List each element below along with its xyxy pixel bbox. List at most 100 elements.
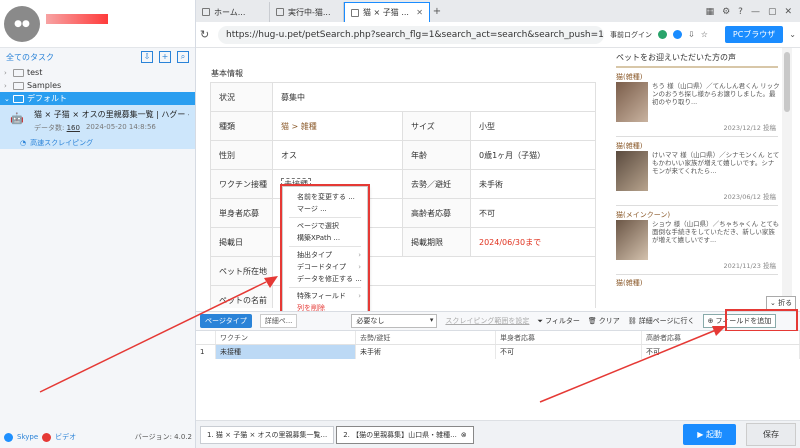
field-value[interactable]: 募集中 xyxy=(272,82,596,112)
page-type-button[interactable]: ページタイプ xyxy=(200,314,252,328)
close-window-icon[interactable]: ✕ xyxy=(784,7,792,17)
field-key[interactable]: 種類 xyxy=(210,111,273,141)
field-value[interactable]: 未手術 xyxy=(470,169,596,199)
field-value[interactable]: 2024/06/30まで xyxy=(470,227,596,257)
field-key[interactable]: 高齢者応募 xyxy=(402,198,471,228)
page-scrollbar[interactable] xyxy=(782,48,792,308)
field-key[interactable]: サイズ xyxy=(402,111,471,141)
task-header-label[interactable]: 全てのタスク xyxy=(6,52,135,63)
tab-home[interactable]: ホーム... xyxy=(196,2,270,22)
close-tab-icon[interactable]: ✕ xyxy=(416,8,423,17)
new-task-icon[interactable]: + xyxy=(159,51,171,63)
skype-link[interactable]: Skype xyxy=(17,433,38,441)
field-key[interactable]: 掲載日 xyxy=(210,227,273,257)
field-value[interactable]: 猫 > 雑種 xyxy=(272,111,403,141)
tab-current[interactable]: 猫 × 子猫 ... ✕ xyxy=(344,2,430,22)
go-detail-button[interactable]: ⛓ 詳細ページに行く xyxy=(628,316,695,326)
field-value[interactable]: 0歳1ヶ月（子猫） xyxy=(470,140,596,170)
detail-select[interactable]: 必要なし ▾ xyxy=(351,314,438,328)
tree-item-test[interactable]: › test xyxy=(0,66,195,79)
field-key[interactable]: 年齢 xyxy=(402,140,471,170)
browser-tabbar: ホーム... 実行中-猫... 猫 × 子猫 ... ✕ + ▦ ⚙ ? — ▢… xyxy=(196,0,800,22)
cell[interactable]: 不可 xyxy=(642,345,800,359)
field-key[interactable]: 去勢／避妊 xyxy=(402,169,471,199)
review-item[interactable]: 猫(雑種) ちう 様（山口県）／てんしん君くん リックンのおうち探し様からお譲り… xyxy=(616,68,780,137)
column-header[interactable]: 単身者応募 xyxy=(496,331,642,344)
minimize-icon[interactable]: — xyxy=(751,7,760,17)
redacted-username xyxy=(46,14,108,24)
filter-button[interactable]: ⏷ フィルター xyxy=(537,316,579,326)
field-value[interactable]: オス xyxy=(272,140,403,170)
data-toolbar: ページタイプ 詳細ペ... 必要なし ▾ スクレイピング範囲を設定 ⏷ フィルター … xyxy=(196,311,800,331)
new-tab-button[interactable]: + xyxy=(430,2,444,22)
field-key[interactable]: 掲載期限 xyxy=(402,227,471,257)
field-key[interactable]: 性別 xyxy=(210,140,273,170)
review-tag: 猫(メインクーン) xyxy=(616,211,671,219)
review-item[interactable]: 猫(雑種) けいママ 様（山口県）／シナモンくん とてもかわいい家族が増えて嬉し… xyxy=(616,137,779,206)
clear-button[interactable]: 🗑 クリア xyxy=(588,316,620,326)
column-header[interactable]: 高齢者応募 xyxy=(642,331,800,344)
highlight-box xyxy=(725,309,798,332)
login-label[interactable]: 事前ログイン xyxy=(610,30,652,40)
task-card[interactable]: 🤖 猫 × 子猫 × オスの里親募集一覧 | ハグー -... データ数: 16… xyxy=(0,105,195,149)
menu-divider xyxy=(289,287,361,288)
tree-item-default[interactable]: ⌄ デフォルト xyxy=(0,92,195,105)
field-key[interactable]: ペット所在地 xyxy=(210,256,273,286)
chevron-down-icon[interactable]: ⌄ xyxy=(789,30,796,39)
cell[interactable]: 不可 xyxy=(496,345,642,359)
download-icon[interactable]: ⇩ xyxy=(141,51,153,63)
close-icon[interactable]: ⊗ xyxy=(461,431,467,439)
help-icon[interactable]: ? xyxy=(738,7,743,17)
field-key[interactable]: 単身者応募 xyxy=(210,198,273,228)
tab-running[interactable]: 実行中-猫... xyxy=(270,2,344,22)
url-field[interactable]: https://hug-u.pet/petSearch.php?search_f… xyxy=(218,25,604,44)
menu-label: 特殊フィールド xyxy=(297,292,346,300)
plus-circle-icon: ⊕ xyxy=(707,317,714,325)
field-key[interactable]: ペットの名前 xyxy=(210,285,273,308)
column-header[interactable]: ワクチン xyxy=(216,331,356,344)
table-row[interactable]: 1 未接種 未手術 不可 不可 xyxy=(196,345,800,359)
menu-select-in-page[interactable]: ページで選択 xyxy=(283,220,367,232)
data-count[interactable]: 160 xyxy=(67,124,80,132)
scrape-mode: ◔ 高速スクレイピング xyxy=(20,138,189,148)
start-button[interactable]: ▶ 起動 xyxy=(683,424,736,445)
download-page-icon[interactable]: ⇩ xyxy=(688,30,695,39)
menu-build-xpath[interactable]: 構築XPath ... xyxy=(283,232,367,244)
menu-decode-type[interactable]: デコードタイプ › xyxy=(283,261,367,273)
bookmark-icon[interactable]: ☆ xyxy=(701,30,708,39)
cell[interactable]: 未手術 xyxy=(356,345,496,359)
settings-icon[interactable]: ⚙ xyxy=(722,7,730,17)
scrape-range-link[interactable]: スクレイピング範囲を設定 xyxy=(445,316,529,326)
tree-item-samples[interactable]: › Samples xyxy=(0,79,195,92)
detail-page-button[interactable]: 詳細ペ... xyxy=(259,314,298,328)
page-icon xyxy=(276,8,284,16)
chevron-down-icon: ⌄ xyxy=(770,299,776,307)
menu-extract-type[interactable]: 抽出タイプ › xyxy=(283,249,367,261)
reload-icon[interactable]: ↻ xyxy=(200,28,212,41)
cell[interactable]: 未接種 xyxy=(216,345,356,359)
pc-browser-button[interactable]: PCブラウザ xyxy=(724,26,784,43)
account-icon[interactable] xyxy=(673,30,682,39)
fold-button[interactable]: ⌄ 折る xyxy=(766,296,797,310)
menu-special-field[interactable]: 特殊フィールド › xyxy=(283,290,367,302)
task-tab-active[interactable]: 2. 【猫の里親募集】山口県・雑種... ⊗ xyxy=(336,425,474,444)
field-value[interactable]: 小型 xyxy=(470,111,596,141)
review-text: ちう 様（山口県）／てんしん君くん リックンのおうち探し様からお譲りしました。最… xyxy=(652,82,780,107)
grid-icon[interactable]: ▦ xyxy=(706,7,715,17)
search-task-icon[interactable]: ⌕ xyxy=(177,51,189,63)
field-key[interactable]: ワクチン接種 xyxy=(210,169,273,199)
scroll-thumb[interactable] xyxy=(784,52,790,112)
video-link[interactable]: ビデオ xyxy=(55,432,76,442)
column-header[interactable]: 去勢/避妊 xyxy=(356,331,496,344)
left-footer: Skype ビデオ バージョン: 4.0.2 xyxy=(0,426,196,448)
video-icon xyxy=(42,432,52,442)
menu-rename[interactable]: 名前を変更する ... xyxy=(283,191,367,203)
task-tab[interactable]: 1. 猫 × 子猫 × オスの里親募集一覧... xyxy=(200,425,335,444)
menu-modify-data[interactable]: データを修正する ... xyxy=(283,273,367,285)
menu-merge[interactable]: マージ ... xyxy=(283,203,367,215)
review-item[interactable]: 猫(メインクーン) ショウ 様（山口県）／ちゃちゃくん とても面倒な手続きをして… xyxy=(616,206,779,275)
maximize-icon[interactable]: ▢ xyxy=(768,7,777,17)
save-button[interactable]: 保存 xyxy=(746,423,796,446)
field-key[interactable]: 状況 xyxy=(210,82,273,112)
field-value[interactable]: 不可 xyxy=(470,198,596,228)
